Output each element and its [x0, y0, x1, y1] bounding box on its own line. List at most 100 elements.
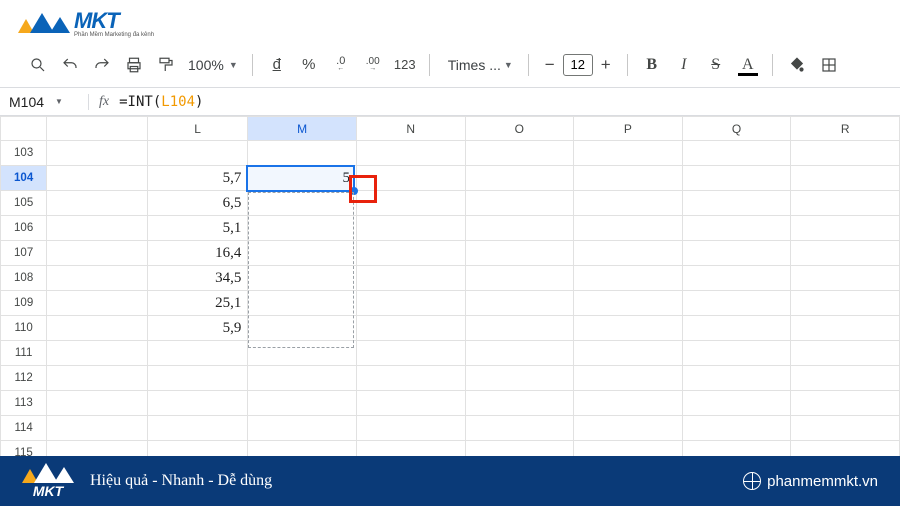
cell[interactable]	[791, 166, 900, 191]
cell[interactable]	[791, 416, 900, 441]
cell[interactable]	[147, 391, 248, 416]
strikethrough-button[interactable]: S	[702, 51, 730, 79]
row-header[interactable]: 115	[1, 441, 47, 457]
cell[interactable]	[47, 216, 148, 241]
percent-button[interactable]: %	[295, 51, 323, 79]
cell[interactable]	[465, 416, 574, 441]
cell[interactable]	[356, 341, 465, 366]
select-all-corner[interactable]	[1, 117, 47, 141]
borders-button[interactable]	[815, 51, 843, 79]
row-header[interactable]: 109	[1, 291, 47, 316]
row-header[interactable]: 114	[1, 416, 47, 441]
cell[interactable]	[791, 391, 900, 416]
col-header-R[interactable]: R	[791, 117, 900, 141]
text-color-button[interactable]: A	[734, 51, 762, 79]
cell[interactable]	[248, 191, 357, 216]
row-header[interactable]: 107	[1, 241, 47, 266]
cell[interactable]	[47, 241, 148, 266]
cell[interactable]: 6,5	[147, 191, 248, 216]
cell[interactable]	[147, 341, 248, 366]
cell[interactable]	[574, 141, 683, 166]
cell[interactable]	[47, 316, 148, 341]
col-header[interactable]	[47, 117, 148, 141]
cell[interactable]	[47, 341, 148, 366]
cell[interactable]	[147, 366, 248, 391]
col-header-M[interactable]: M	[248, 117, 357, 141]
cell[interactable]	[465, 166, 574, 191]
footer-site[interactable]: phanmemmkt.vn	[743, 472, 878, 490]
cell[interactable]	[465, 141, 574, 166]
cell[interactable]	[465, 191, 574, 216]
print-button[interactable]	[120, 51, 148, 79]
name-box[interactable]: M104 ▼	[0, 94, 88, 110]
cell[interactable]	[356, 166, 465, 191]
row-header[interactable]: 106	[1, 216, 47, 241]
font-select[interactable]: Times ...▼	[440, 57, 518, 73]
undo-button[interactable]	[56, 51, 84, 79]
row-header[interactable]: 111	[1, 341, 47, 366]
formula-input[interactable]: =INT(L104)	[119, 94, 203, 110]
fill-color-button[interactable]	[783, 51, 811, 79]
cell[interactable]	[47, 416, 148, 441]
italic-button[interactable]: I	[670, 51, 698, 79]
cell[interactable]	[574, 216, 683, 241]
cell[interactable]	[248, 416, 357, 441]
cell[interactable]	[682, 241, 791, 266]
cell[interactable]	[574, 191, 683, 216]
cell[interactable]	[682, 291, 791, 316]
cell[interactable]	[682, 416, 791, 441]
cell[interactable]	[791, 191, 900, 216]
cell[interactable]	[356, 191, 465, 216]
cell[interactable]	[682, 166, 791, 191]
cell[interactable]	[465, 216, 574, 241]
row-header[interactable]: 110	[1, 316, 47, 341]
cell[interactable]	[47, 141, 148, 166]
cell[interactable]	[248, 141, 357, 166]
decrease-decimal-button[interactable]: .0←	[327, 51, 355, 79]
cell[interactable]	[791, 141, 900, 166]
number-format-button[interactable]: 123	[391, 51, 419, 79]
cell[interactable]	[147, 141, 248, 166]
paint-format-button[interactable]	[152, 51, 180, 79]
cell[interactable]	[465, 316, 574, 341]
cell[interactable]: 5,7	[147, 166, 248, 191]
cell[interactable]	[682, 216, 791, 241]
cell[interactable]	[682, 266, 791, 291]
col-header-O[interactable]: O	[465, 117, 574, 141]
row-header[interactable]: 108	[1, 266, 47, 291]
cell[interactable]	[465, 241, 574, 266]
cell[interactable]	[791, 441, 900, 457]
col-header-Q[interactable]: Q	[682, 117, 791, 141]
row-header[interactable]: 105	[1, 191, 47, 216]
cell[interactable]	[356, 241, 465, 266]
cell[interactable]	[248, 366, 357, 391]
cell[interactable]	[791, 291, 900, 316]
cell[interactable]	[791, 266, 900, 291]
cell[interactable]	[248, 291, 357, 316]
cell[interactable]	[682, 191, 791, 216]
search-icon[interactable]	[24, 51, 52, 79]
cell[interactable]	[574, 266, 683, 291]
cell[interactable]	[682, 441, 791, 457]
cell[interactable]	[356, 366, 465, 391]
cell[interactable]	[574, 416, 683, 441]
cell[interactable]	[47, 291, 148, 316]
cell[interactable]	[574, 341, 683, 366]
cell[interactable]	[682, 141, 791, 166]
zoom-select[interactable]: 100%▼	[184, 57, 242, 73]
cell[interactable]	[574, 441, 683, 457]
cell[interactable]: 5,9	[147, 316, 248, 341]
cell[interactable]	[356, 441, 465, 457]
row-header[interactable]: 112	[1, 366, 47, 391]
cell[interactable]	[574, 166, 683, 191]
cell[interactable]	[791, 366, 900, 391]
cell[interactable]	[682, 391, 791, 416]
cell[interactable]	[574, 291, 683, 316]
cell[interactable]: 25,1	[147, 291, 248, 316]
cell[interactable]	[248, 216, 357, 241]
cell[interactable]	[682, 316, 791, 341]
cell[interactable]	[465, 366, 574, 391]
cell[interactable]	[574, 241, 683, 266]
cell[interactable]	[248, 341, 357, 366]
row-header[interactable]: 113	[1, 391, 47, 416]
